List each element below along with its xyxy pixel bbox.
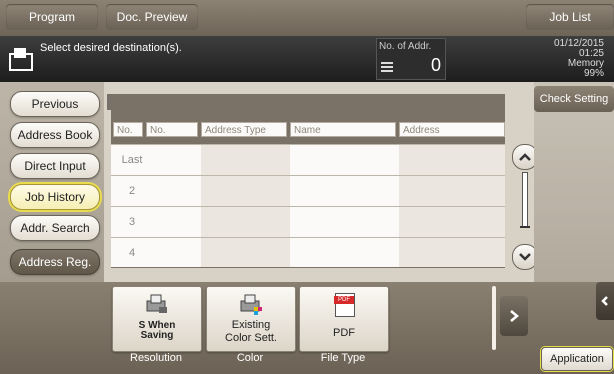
check-setting-button[interactable]: Check Setting (534, 86, 614, 112)
page-divider (492, 286, 496, 350)
chevron-down-icon (519, 253, 531, 261)
application-button[interactable]: Application (541, 347, 613, 371)
doc-preview-tab[interactable]: Doc. Preview (106, 4, 198, 30)
color-settings-icon (240, 294, 262, 315)
list-icon (381, 62, 393, 72)
address-reg-button[interactable]: Address Reg. (10, 249, 100, 275)
chevron-left-icon (601, 296, 608, 306)
message-text: Select desired destination(s). (40, 42, 182, 54)
direct-input-button[interactable]: Direct Input (10, 153, 100, 179)
address-book-button[interactable]: Address Book (10, 122, 100, 148)
scrollbar-track[interactable] (522, 172, 528, 228)
scanner-settings-icon (146, 294, 167, 313)
file-type-function[interactable]: PDF PDF (299, 286, 389, 352)
chevron-up-icon (519, 153, 531, 161)
table-row[interactable]: 4 (111, 237, 505, 267)
color-tile-text-1: Existing (231, 319, 271, 331)
pdf-icon: PDF (334, 293, 355, 317)
next-function-page-button[interactable] (500, 296, 528, 336)
job-list-tab[interactable]: Job List (526, 4, 614, 30)
status-box: 01/12/2015 01:25 Memory 99% (554, 39, 604, 79)
scrollbar-thumb[interactable] (520, 226, 530, 228)
side-panel-tab[interactable] (596, 282, 614, 320)
address-count-box: No. of Addr. 0 (376, 38, 446, 80)
table-row[interactable]: Last (111, 144, 505, 175)
row-label: 2 (128, 185, 136, 197)
chevron-right-icon (510, 310, 519, 322)
color-function[interactable]: Existing Color Sett. (206, 286, 296, 352)
resolution-tile-text-2: Saving (140, 330, 174, 341)
color-tile-text-2: Color Sett. (225, 332, 277, 344)
table-row[interactable]: 2 (111, 175, 505, 206)
row-label: 4 (128, 247, 136, 259)
resolution-function[interactable]: S When Saving (112, 286, 202, 352)
address-count-value: 0 (430, 55, 441, 75)
addr-search-button[interactable]: Addr. Search (10, 215, 100, 241)
header-address-type: Address Type (201, 122, 287, 137)
header-name: Name (290, 122, 396, 137)
table-row[interactable]: 3 (111, 206, 505, 237)
header-no-1: No. (113, 122, 143, 137)
header-address: Address (399, 122, 505, 137)
row-label: 3 (128, 216, 136, 228)
previous-button[interactable]: Previous (10, 91, 100, 117)
header-no-2: No. (146, 122, 198, 137)
document-icon (9, 48, 33, 71)
top-strip: Program Doc. Preview Job List (0, 0, 614, 36)
message-bar: Select desired destination(s). No. of Ad… (0, 36, 614, 82)
row-label: Last (121, 154, 143, 166)
file-type-tile-text: PDF (333, 327, 355, 339)
memory-value: 99% (583, 68, 604, 79)
job-history-button[interactable]: Job History (10, 184, 100, 210)
address-count-label: No. of Addr. (379, 41, 432, 52)
file-type-label: File Type (320, 352, 366, 364)
right-panel (534, 82, 614, 282)
color-label: Color (236, 352, 264, 364)
resolution-label: Resolution (130, 352, 182, 364)
program-tab[interactable]: Program (6, 4, 98, 30)
